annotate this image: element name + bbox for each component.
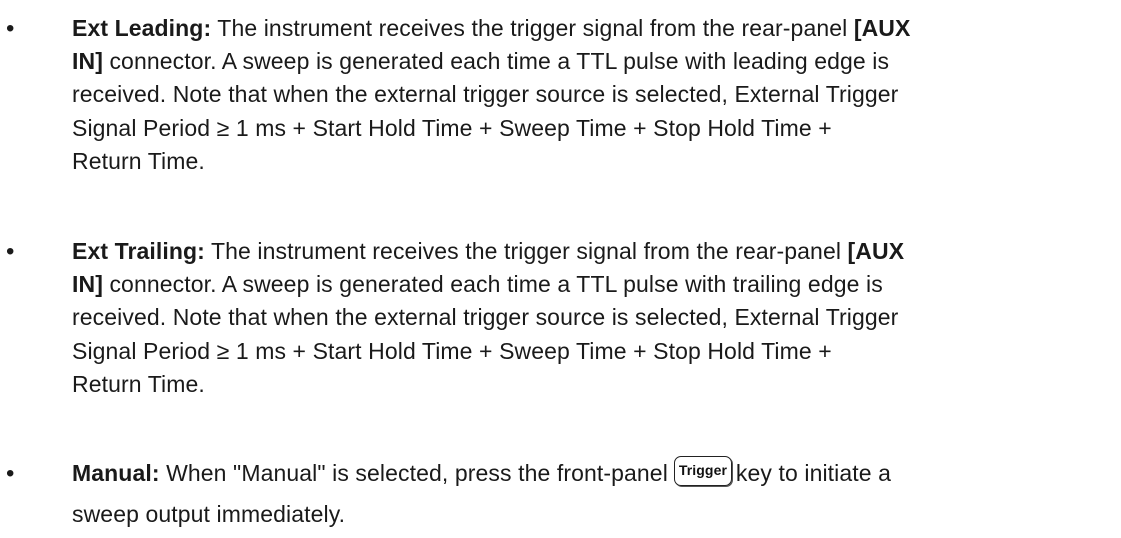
connector-label: IN] bbox=[72, 271, 103, 298]
text-run: The instrument receives the trigger sign… bbox=[204, 238, 848, 264]
term-label: Ext Trailing: bbox=[72, 238, 205, 264]
text-line: Return Time. bbox=[72, 147, 205, 174]
bullet: • bbox=[6, 460, 15, 487]
text-line: Signal Period ≥ 1 ms + Start Hold Time +… bbox=[72, 114, 832, 141]
text-run: connector. A sweep is generated each tim… bbox=[102, 271, 883, 298]
bullet: • bbox=[6, 15, 15, 42]
connector-label: [AUX bbox=[853, 15, 911, 41]
connector-label: IN] bbox=[72, 48, 103, 75]
connector-label: [AUX bbox=[847, 238, 905, 264]
text-line: Ext Leading: The instrument receives the… bbox=[72, 12, 1112, 45]
text-line: IN] connector. A sweep is generated each… bbox=[72, 45, 1112, 78]
term-label: Manual: bbox=[72, 460, 160, 486]
text-run: The instrument receives the trigger sign… bbox=[211, 15, 854, 41]
text-line: sweep output immediately. bbox=[72, 501, 346, 527]
text-line: received. Note that when the external tr… bbox=[72, 304, 899, 331]
text-line: received. Note that when the external tr… bbox=[72, 81, 899, 108]
text-line: IN] connector. A sweep is generated each… bbox=[72, 268, 1112, 301]
text-run: When "Manual" is selected, press the fro… bbox=[159, 460, 668, 486]
bullet: • bbox=[6, 238, 15, 265]
text-run: key to initiate a bbox=[735, 460, 892, 486]
list-item-text: Ext Leading: The instrument receives the… bbox=[72, 12, 1112, 178]
trigger-key-icon: Trigger bbox=[673, 456, 732, 486]
list-item-text: Ext Trailing: The instrument receives th… bbox=[72, 235, 1112, 401]
list-item-text: Manual: When "Manual" is selected, press… bbox=[72, 456, 1112, 531]
term-label: Ext Leading: bbox=[72, 15, 212, 41]
text-line: Manual: When "Manual" is selected, press… bbox=[72, 456, 1112, 498]
text-line: Ext Trailing: The instrument receives th… bbox=[72, 235, 1112, 268]
document-page: • Ext Leading: The instrument receives t… bbox=[0, 0, 1121, 538]
text-line: Return Time. bbox=[72, 370, 205, 397]
text-line: Signal Period ≥ 1 ms + Start Hold Time +… bbox=[72, 337, 832, 364]
text-run: connector. A sweep is generated each tim… bbox=[102, 48, 890, 75]
